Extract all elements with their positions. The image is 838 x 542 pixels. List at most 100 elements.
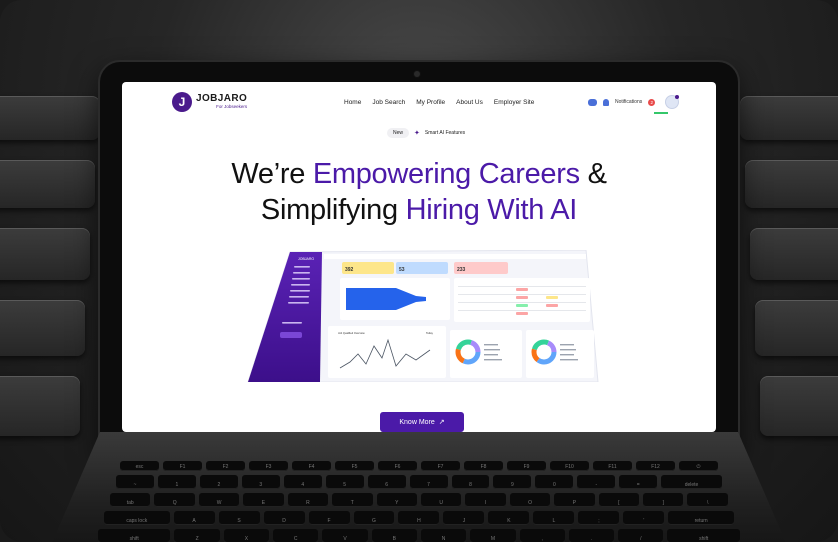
keyboard-key: O xyxy=(509,493,551,507)
keyboard-key: U xyxy=(420,493,462,507)
keyboard-key: F9 xyxy=(507,461,546,471)
headline-text: Simplifying xyxy=(260,194,406,226)
keyboard-key: ; xyxy=(578,511,620,525)
dashboard-logo-text: JOBJARO xyxy=(298,257,314,261)
background-key xyxy=(0,300,85,356)
hero-headline: We’re Empowering Careers & Simplifying H… xyxy=(122,156,716,228)
avatar-status-line xyxy=(654,112,668,114)
keyboard-key: 6 xyxy=(367,475,406,489)
keyboard-key: 8 xyxy=(451,475,490,489)
keyboard-key: 3 xyxy=(241,475,280,489)
keyboard-key: = xyxy=(619,475,658,489)
keyboard-key: F4 xyxy=(292,461,331,471)
background-key xyxy=(745,160,838,208)
background: J JOBJARO For Jobseekers Home Job Search… xyxy=(0,0,838,542)
headline-text: We’re xyxy=(231,158,313,190)
keyboard-key: F5 xyxy=(335,461,374,471)
camera-icon xyxy=(414,71,420,77)
know-more-button[interactable]: Know More ↗ xyxy=(380,412,464,432)
keyboard-key: E xyxy=(243,493,284,507)
keyboard-key: ] xyxy=(643,493,684,507)
keyboard-key: 1 xyxy=(157,475,196,489)
keyboard-key: G xyxy=(353,511,395,525)
laptop-screen: J JOBJARO For Jobseekers Home Job Search… xyxy=(122,82,716,432)
keyboard-key: C xyxy=(273,529,319,542)
background-key xyxy=(755,300,838,356)
keyboard-key: / xyxy=(618,529,664,542)
logo[interactable]: J JOBJARO For Jobseekers xyxy=(172,92,247,112)
stat-value: 233 xyxy=(457,267,466,273)
keyboard-key: delete xyxy=(661,475,722,489)
keyboard-key: I xyxy=(465,493,506,507)
keyboard-key: . xyxy=(568,529,615,542)
keyboard-key: return xyxy=(668,511,734,525)
keyboard-key: - xyxy=(577,475,616,489)
line-chart-title: Job Qualified Overview xyxy=(338,331,365,335)
keyboard-key: F11 xyxy=(593,461,632,471)
keyboard-key: F1 xyxy=(163,461,202,471)
keyboard-row: ~1 2 3 4 5 6 7 8 9 0- = delete xyxy=(116,475,722,489)
keyboard-key: X xyxy=(223,529,270,542)
nav-employer-site[interactable]: Employer Site xyxy=(494,99,534,106)
keyboard-key: Q xyxy=(154,493,195,507)
keyboard-row: tab Q W E R T Y U I O P[] \ xyxy=(110,493,728,507)
notifications-count-badge: 2 xyxy=(648,98,656,106)
keyboard-key: ' xyxy=(623,511,665,525)
nav-home[interactable]: Home xyxy=(344,99,361,106)
background-key xyxy=(0,160,95,208)
bell-icon[interactable] xyxy=(603,98,609,106)
know-more-label: Know More xyxy=(399,418,435,426)
keyboard-key: N xyxy=(420,529,467,542)
nav-job-search[interactable]: Job Search xyxy=(372,99,405,106)
chat-icon[interactable] xyxy=(588,98,597,106)
keyboard-row: shift Z X C V B N M,. / shift xyxy=(98,529,740,542)
keyboard-key: K xyxy=(488,511,530,525)
main-menu: Home Job Search My Profile About Us Empl… xyxy=(344,99,534,106)
keyboard-key: 0 xyxy=(535,475,574,489)
keyboard-key: 2 xyxy=(199,475,238,489)
keyboard-key: \ xyxy=(687,493,728,507)
keyboard-key: tab xyxy=(110,493,151,507)
keyboard-key: 9 xyxy=(493,475,532,489)
headline-text: & xyxy=(579,158,607,190)
stat-value: 53 xyxy=(399,267,405,273)
keyboard-key: B xyxy=(371,529,417,542)
keyboard-key: W xyxy=(198,493,240,507)
keyboard-key: H xyxy=(398,511,440,525)
keyboard-row: caps lock A S D F G H J K L; ' return xyxy=(104,511,734,525)
keyboard-key: D xyxy=(263,511,305,525)
background-key xyxy=(760,376,838,436)
nav-about-us[interactable]: About Us xyxy=(456,99,483,106)
keyboard-key: P xyxy=(554,493,595,507)
keyboard-key: Y xyxy=(376,493,417,507)
logo-tagline: For Jobseekers xyxy=(216,104,248,110)
background-key xyxy=(0,376,80,436)
background-key xyxy=(0,96,100,140)
top-navbar: J JOBJARO For Jobseekers Home Job Search… xyxy=(122,82,716,120)
feature-pill-text: Smart AI Features xyxy=(424,130,466,136)
new-badge: New xyxy=(387,128,410,138)
dashboard-preview-image: JOBJARO 392 53 233 Job Qualified Overvie… xyxy=(247,250,599,382)
keyboard-key: F10 xyxy=(550,461,589,471)
keyboard-key: 5 xyxy=(325,475,364,489)
keyboard-key: R xyxy=(287,493,329,507)
background-key xyxy=(750,228,838,280)
feature-pill[interactable]: New ✦ Smart AI Features xyxy=(387,128,465,138)
keyboard-key: ⏻ xyxy=(679,461,718,471)
nav-my-profile[interactable]: My Profile xyxy=(416,99,445,106)
headline-highlight: Hiring With AI xyxy=(405,194,578,226)
background-key xyxy=(0,228,90,280)
keyboard-key: F xyxy=(308,511,350,525)
avatar[interactable] xyxy=(665,95,680,109)
keyboard-key: 7 xyxy=(409,475,448,489)
arrow-up-right-icon: ↗ xyxy=(438,419,445,426)
keyboard-key: , xyxy=(519,529,565,542)
keyboard-key: F7 xyxy=(421,461,460,471)
keyboard-key: shift xyxy=(98,529,171,542)
notifications-label[interactable]: Notifications xyxy=(615,99,642,105)
stat-value: 392 xyxy=(345,267,354,273)
logo-name: JOBJARO xyxy=(196,93,248,105)
keyboard-key: ~ xyxy=(116,475,154,489)
line-chart-filter: Today xyxy=(426,331,434,335)
keyboard-key: 4 xyxy=(283,475,322,489)
